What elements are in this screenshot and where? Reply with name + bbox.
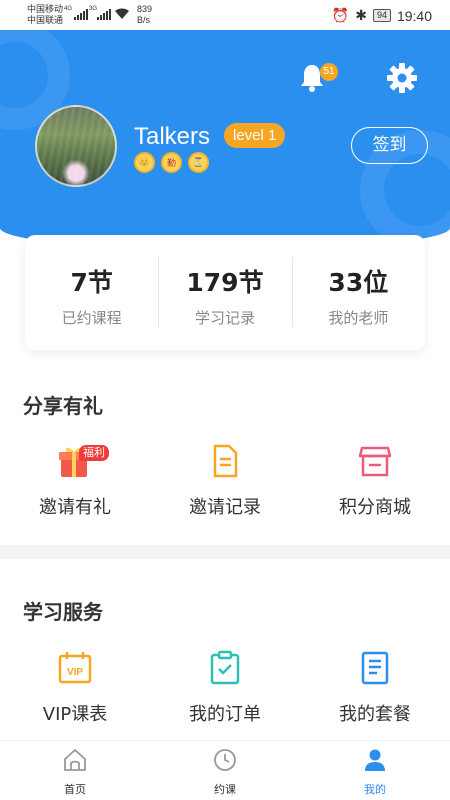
profile-header: 51 Talkers level 1 👑 勤 ⏳ 签到	[0, 30, 450, 250]
points-mall-item[interactable]: 积分商城	[300, 443, 450, 519]
vip-schedule-item[interactable]: VIP VIP课表	[0, 650, 150, 726]
my-package-item[interactable]: 我的套餐	[300, 650, 450, 726]
signin-button[interactable]: 签到	[351, 127, 428, 164]
section-divider	[0, 545, 450, 559]
carrier-2: 中国联通	[27, 15, 64, 25]
stat-value: 7节	[70, 268, 113, 297]
stat-my-teachers[interactable]: 33位 我的老师	[291, 235, 425, 350]
stat-value: 179节	[186, 268, 264, 297]
gift-icon: 福利	[57, 443, 109, 479]
nav-mine[interactable]: 我的	[300, 741, 450, 800]
section-title-share: 分享有礼	[23, 394, 103, 418]
section-title-study: 学习服务	[23, 600, 103, 624]
speed-value: 839	[137, 4, 153, 14]
nav-label: 首页	[64, 783, 86, 796]
carrier-1: 中国移动	[27, 4, 64, 14]
nav-booking[interactable]: 约课	[150, 741, 300, 800]
wifi-icon	[115, 8, 129, 19]
vip-icon: VIP	[57, 650, 93, 686]
medal-list: 👑 勤 ⏳	[134, 152, 209, 173]
welfare-badge: 福利	[79, 445, 109, 461]
clock-time: 19:40	[396, 7, 432, 24]
person-icon	[365, 749, 385, 771]
medal-time-icon[interactable]: ⏳	[188, 152, 209, 173]
avatar[interactable]	[35, 105, 117, 187]
share-grid: 福利 邀请有礼 邀请记录 积分商城	[0, 443, 450, 519]
my-orders-item[interactable]: 我的订单	[150, 650, 300, 726]
shop-icon	[357, 443, 393, 479]
network-type-2: 3G	[89, 6, 98, 12]
invite-record-item[interactable]: 邀请记录	[150, 443, 300, 519]
notification-badge: 51	[320, 63, 338, 81]
stats-card: 7节 已约课程 179节 学习记录 33位 我的老师	[25, 235, 425, 350]
item-label: 我的套餐	[339, 704, 411, 725]
svg-text:VIP: VIP	[67, 667, 83, 678]
item-label: 邀请有礼	[39, 497, 111, 518]
document-icon	[207, 443, 243, 479]
alarm-icon: ⏰	[331, 7, 350, 23]
signal-icon	[74, 9, 88, 20]
stat-label: 已约课程	[61, 309, 122, 327]
medal-crown-icon[interactable]: 👑	[134, 152, 155, 173]
stat-label: 我的老师	[328, 309, 389, 327]
item-label: 我的订单	[189, 704, 261, 725]
nav-label: 约课	[214, 783, 236, 796]
medal-diligent-icon[interactable]: 勤	[161, 152, 182, 173]
battery-icon: 94	[372, 9, 391, 22]
speed-unit: B/s	[137, 15, 151, 25]
signal-icon-2	[97, 9, 111, 20]
home-icon	[64, 749, 86, 771]
username: Talkers	[134, 123, 211, 150]
stat-study-records[interactable]: 179节 学习记录	[158, 235, 291, 350]
bluetooth-icon: ✱	[355, 7, 367, 23]
gear-icon[interactable]	[386, 62, 418, 94]
carrier-info: 中国移动 中国联通	[27, 4, 63, 26]
study-grid: VIP VIP课表 我的订单 我的套餐	[0, 650, 450, 726]
level-badge: level 1	[224, 123, 286, 148]
nav-label: 我的	[364, 783, 386, 796]
invite-gift-item[interactable]: 福利 邀请有礼	[0, 443, 150, 519]
item-label: VIP课表	[42, 704, 108, 725]
nav-home[interactable]: 首页	[0, 741, 150, 800]
bottom-nav: 首页 约课 我的	[0, 740, 450, 800]
item-label: 积分商城	[339, 497, 411, 518]
status-bar: 中国移动 中国联通 4G 3G 839 B/s ⏰ ✱ 94 19:40	[0, 0, 450, 30]
stat-booked-courses[interactable]: 7节 已约课程	[25, 235, 158, 350]
stat-label: 学习记录	[194, 309, 255, 327]
status-right: ⏰ ✱ 94 19:40	[332, 7, 432, 24]
package-icon	[357, 650, 393, 686]
item-label: 邀请记录	[189, 497, 261, 518]
stat-value: 33位	[328, 268, 389, 297]
order-icon	[207, 650, 243, 686]
network-speed: 839 B/s	[137, 4, 152, 26]
clock-icon	[214, 749, 236, 771]
network-type-1: 4G	[64, 6, 73, 12]
